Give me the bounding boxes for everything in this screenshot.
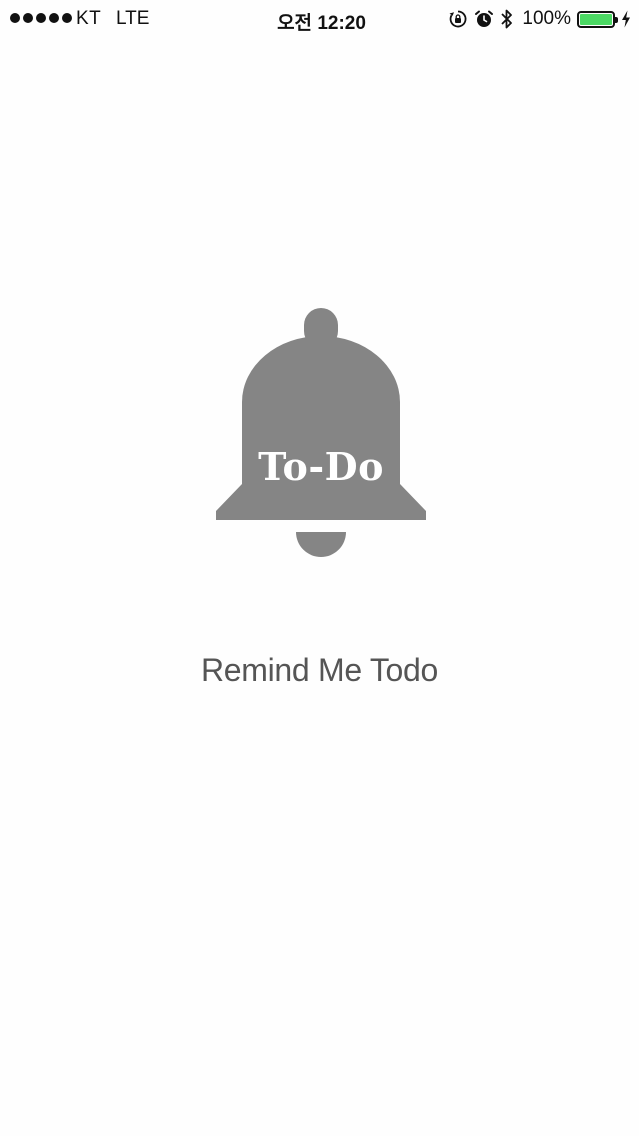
charging-icon <box>621 10 631 28</box>
bell-icon <box>216 308 426 557</box>
status-bar: KT LTE 오전 12:20 100% <box>0 0 639 38</box>
logo-text: To-Do <box>258 444 384 489</box>
battery-level-fill <box>580 13 612 25</box>
rotation-lock-icon <box>448 9 468 29</box>
splash-screen: KT LTE 오전 12:20 100% To-Do Remind Me Tod… <box>0 0 639 1136</box>
app-name-label: Remind Me Todo <box>200 652 439 688</box>
alarm-icon <box>474 9 494 29</box>
battery-percentage: 100% <box>522 8 571 29</box>
bluetooth-icon <box>500 8 514 30</box>
app-logo: To-Do <box>214 306 428 558</box>
battery-icon <box>577 10 618 28</box>
